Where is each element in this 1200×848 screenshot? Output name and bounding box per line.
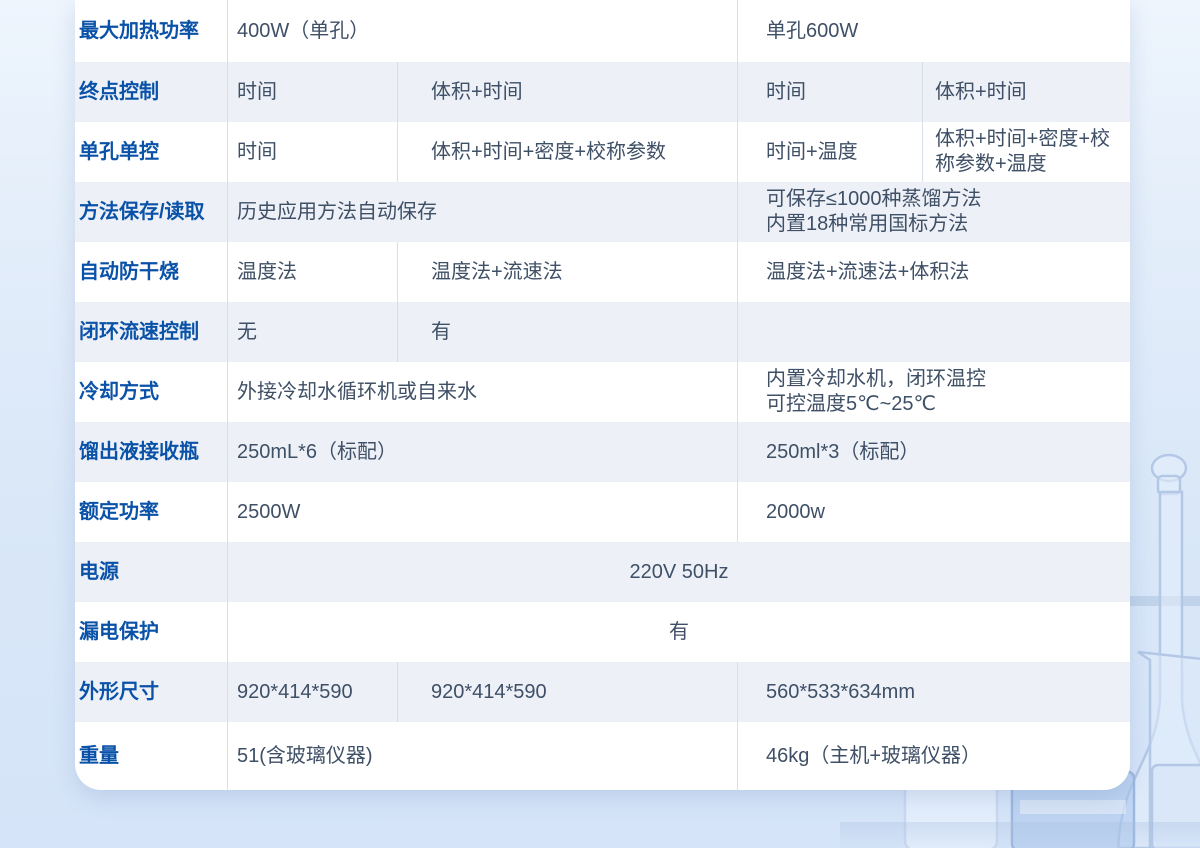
table-row: 自动防干烧温度法温度法+流速法温度法+流速法+体积法 <box>75 242 1130 302</box>
table-row: 终点控制时间体积+时间时间体积+时间 <box>75 62 1130 122</box>
table-row: 电源220V 50Hz <box>75 542 1130 602</box>
spec-value-cell: 外接冷却水循环机或自来水 <box>227 362 737 422</box>
spec-value-cell: 2500W <box>227 482 737 542</box>
spec-card: 最大加热功率400W（单孔）单孔600W终点控制时间体积+时间时间体积+时间单孔… <box>75 0 1130 790</box>
row-label: 方法保存/读取 <box>75 182 227 242</box>
row-label: 漏电保护 <box>75 602 227 662</box>
table-row: 方法保存/读取历史应用方法自动保存可保存≤1000种蒸馏方法 内置18种常用国标… <box>75 182 1130 242</box>
row-label: 最大加热功率 <box>75 0 227 62</box>
spec-value-cell: 可保存≤1000种蒸馏方法 内置18种常用国标方法 <box>737 182 1130 242</box>
spec-value-cell: 46kg（主机+玻璃仪器） <box>737 722 1130 790</box>
spec-value-cell: 时间 <box>227 62 397 122</box>
page: 最大加热功率400W（单孔）单孔600W终点控制时间体积+时间时间体积+时间单孔… <box>0 0 1200 848</box>
spec-value-cell: 内置冷却水机，闭环温控 可控温度5℃~25℃ <box>737 362 1130 422</box>
spec-value-cell: 温度法+流速法 <box>397 242 737 302</box>
spec-value-cell: 220V 50Hz <box>227 542 1130 602</box>
spec-value-cell: 时间 <box>227 122 397 182</box>
spec-value-cell: 体积+时间 <box>397 62 737 122</box>
row-label: 外形尺寸 <box>75 662 227 722</box>
row-label: 闭环流速控制 <box>75 302 227 362</box>
spec-value-cell: 体积+时间+密度+校称参数 <box>397 122 737 182</box>
row-label: 单孔单控 <box>75 122 227 182</box>
bench-reflection <box>840 822 1200 848</box>
row-label: 终点控制 <box>75 62 227 122</box>
spec-value-cell: 温度法 <box>227 242 397 302</box>
spec-value-cell: 2000w <box>737 482 1130 542</box>
spec-value-cell: 温度法+流速法+体积法 <box>737 242 1130 302</box>
table-row: 重量51(含玻璃仪器)46kg（主机+玻璃仪器） <box>75 722 1130 790</box>
row-label: 冷却方式 <box>75 362 227 422</box>
spec-value-cell <box>737 302 1130 362</box>
spec-value-cell: 51(含玻璃仪器) <box>227 722 737 790</box>
table-row: 单孔单控时间体积+时间+密度+校称参数时间+温度体积+时间+密度+校 称参数+温… <box>75 122 1130 182</box>
spec-value-cell: 250ml*3（标配） <box>737 422 1130 482</box>
spec-value-cell: 920*414*590 <box>397 662 737 722</box>
table-row: 冷却方式外接冷却水循环机或自来水内置冷却水机，闭环温控 可控温度5℃~25℃ <box>75 362 1130 422</box>
spec-value-cell: 560*533*634mm <box>737 662 1130 722</box>
spec-value-cell: 有 <box>397 302 737 362</box>
spec-value-cell: 时间 <box>737 62 922 122</box>
spec-table: 最大加热功率400W（单孔）单孔600W终点控制时间体积+时间时间体积+时间单孔… <box>75 0 1130 790</box>
row-label: 馏出液接收瓶 <box>75 422 227 482</box>
spec-value-cell: 时间+温度 <box>737 122 922 182</box>
table-row: 闭环流速控制无有 <box>75 302 1130 362</box>
spec-value-cell: 有 <box>227 602 1130 662</box>
row-label: 自动防干烧 <box>75 242 227 302</box>
table-row: 漏电保护有 <box>75 602 1130 662</box>
spec-value-cell: 920*414*590 <box>227 662 397 722</box>
table-row: 最大加热功率400W（单孔）单孔600W <box>75 0 1130 62</box>
row-label: 额定功率 <box>75 482 227 542</box>
spec-value-cell: 体积+时间 <box>922 62 1130 122</box>
spec-value-cell: 体积+时间+密度+校 称参数+温度 <box>922 122 1130 182</box>
row-label: 电源 <box>75 542 227 602</box>
spec-value-cell: 无 <box>227 302 397 362</box>
spec-value-cell: 250mL*6（标配） <box>227 422 737 482</box>
table-row: 外形尺寸920*414*590920*414*590560*533*634mm <box>75 662 1130 722</box>
row-label: 重量 <box>75 722 227 790</box>
spec-value-cell: 历史应用方法自动保存 <box>227 182 737 242</box>
spec-value-cell: 400W（单孔） <box>227 0 737 62</box>
table-row: 额定功率2500W2000w <box>75 482 1130 542</box>
spec-value-cell: 单孔600W <box>737 0 1130 62</box>
table-row: 馏出液接收瓶250mL*6（标配）250ml*3（标配） <box>75 422 1130 482</box>
